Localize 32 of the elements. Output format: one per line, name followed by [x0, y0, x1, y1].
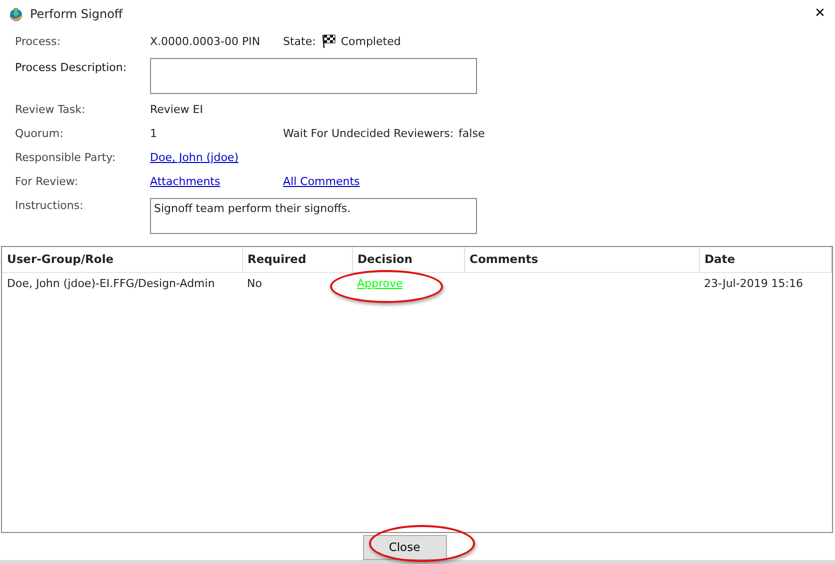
app-icon: [8, 6, 24, 22]
field-value: X.0000.0003-00 PIN: [150, 34, 262, 50]
field-label: State:: [283, 34, 316, 50]
attachments-link[interactable]: Attachments: [150, 174, 283, 190]
comments-link[interactable]: All Comments: [283, 174, 360, 190]
field-label: Responsible Party:: [15, 150, 117, 166]
column-header: Comments: [464, 247, 699, 273]
checkered-flag-icon: [322, 34, 336, 48]
field-value: Completed: [340, 34, 401, 50]
field-value: false: [458, 126, 485, 142]
table-cell: Doe, John (jdoe)-EI.FFG/Design-Admin: [2, 272, 242, 296]
column-header: Date: [699, 247, 832, 273]
close-button[interactable]: Close: [362, 535, 446, 560]
table-cell: 23-Jul-2019 15:16: [699, 272, 832, 296]
instructions-field[interactable]: Signoff team perform their signoffs.: [150, 198, 477, 234]
window-title: Perform Signoff: [30, 6, 123, 22]
field-label: Review Task:: [15, 102, 86, 118]
column-header: User-Group/Role: [2, 247, 242, 273]
field-label: Quorum:: [15, 126, 64, 142]
table-cell: No: [242, 272, 352, 296]
responsible-link[interactable]: Doe, John (jdoe): [150, 150, 238, 166]
field-label: Instructions:: [15, 198, 84, 214]
column-header: Decision: [352, 247, 464, 273]
description-field[interactable]: [150, 58, 477, 94]
close-button[interactable]: ✕: [805, 2, 835, 24]
field-label: Process:: [15, 34, 62, 50]
field-label: Process Description:: [15, 60, 128, 76]
field-label: For Review:: [15, 174, 80, 190]
field-value: 1: [150, 126, 158, 142]
field-label: Wait For Undecided Reviewers:: [283, 126, 454, 142]
column-header: Required: [242, 247, 352, 273]
field-value: Review EI: [150, 102, 203, 118]
